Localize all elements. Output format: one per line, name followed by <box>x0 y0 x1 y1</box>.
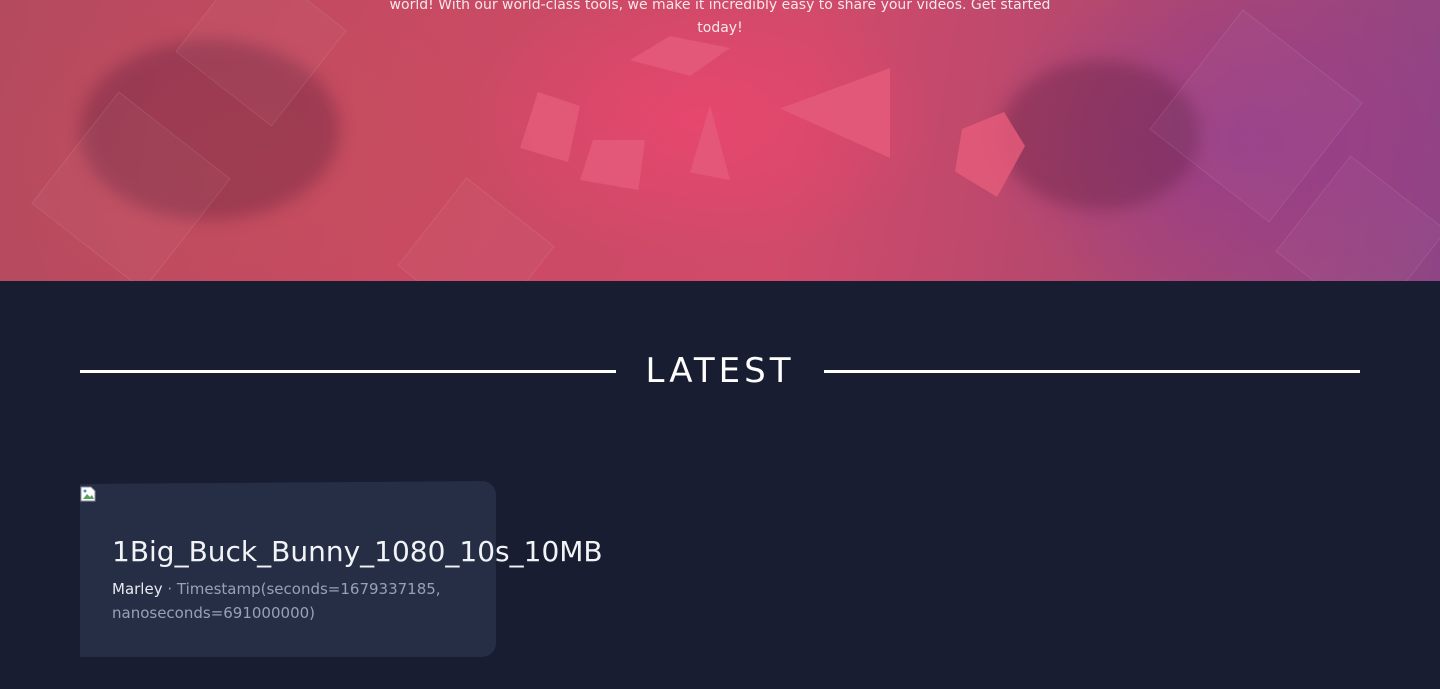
section-divider-right <box>824 370 1360 373</box>
meta-separator: · <box>162 580 177 598</box>
hero-crystal <box>630 36 730 76</box>
video-author[interactable]: Marley <box>112 580 163 598</box>
hero-crystal <box>780 68 890 158</box>
hero-crystal <box>580 140 645 190</box>
video-title[interactable]: 1Big_Buck_Bunny_1080_10s_10MB <box>112 533 603 571</box>
latest-heading: LATEST <box>645 351 795 391</box>
broken-image-icon[interactable] <box>80 486 96 502</box>
video-meta: Marley · Timestamp(seconds=1679337185, n… <box>112 577 472 625</box>
hero-description-line: today! <box>697 20 743 36</box>
hero-banner: world! With our world-class tools, we ma… <box>0 0 1440 281</box>
latest-section: LATEST <box>80 281 1360 689</box>
hero-floor-tile <box>397 177 555 281</box>
hero-crystal <box>690 105 730 180</box>
hero-description-line: world! With our world-class tools, we ma… <box>389 0 1051 13</box>
hero-crystal <box>520 92 580 162</box>
section-divider-left <box>80 370 616 373</box>
hero-description: world! With our world-class tools, we ma… <box>370 0 1070 40</box>
